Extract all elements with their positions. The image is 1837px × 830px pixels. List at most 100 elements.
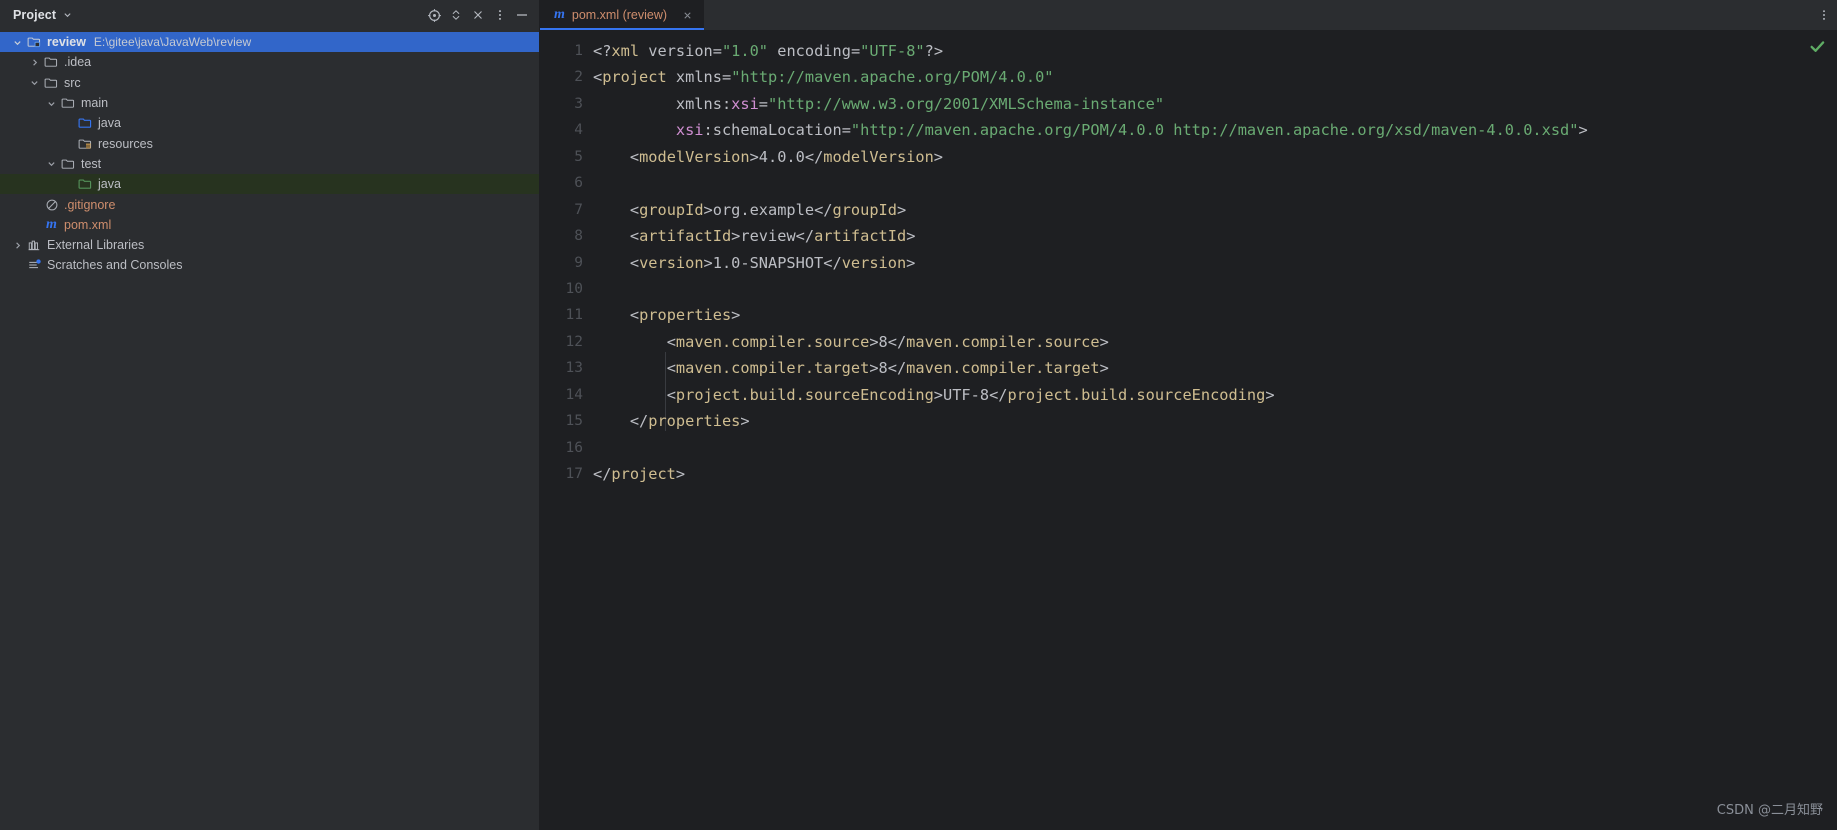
kebab-menu-icon[interactable] <box>1811 0 1837 30</box>
tree-project-path: E:\gitee\java\JavaWeb\review <box>93 35 252 50</box>
editor-tabbar: m pom.xml (review) <box>540 0 1837 30</box>
code-line-14: <project.build.sourceEncoding>UTF-8</pro… <box>666 385 1275 404</box>
line-number: 13 <box>565 360 583 377</box>
tree-label: .gitignore <box>64 197 116 212</box>
close-x-icon[interactable] <box>467 4 489 26</box>
watermark: CSDN @二月知野 <box>1716 803 1823 818</box>
tabbar-spacer <box>704 0 1811 30</box>
line-number: 7 <box>574 201 583 218</box>
tree-row-review[interactable]: review E:\gitee\java\JavaWeb\review <box>0 32 539 53</box>
tree-label: java <box>98 177 121 192</box>
folder-icon <box>43 54 60 70</box>
line-number: 16 <box>565 439 583 456</box>
tree-row-external-libraries[interactable]: External Libraries <box>0 235 539 255</box>
twisty-placeholder <box>27 198 41 212</box>
tree-label: src <box>64 75 81 90</box>
tree-label: pom.xml <box>64 217 112 232</box>
close-x-icon[interactable] <box>679 7 695 23</box>
libraries-icon <box>26 237 43 253</box>
code-line-3: xmlns:xsi="http://www.w3.org/2001/XMLSch… <box>675 94 1165 113</box>
code-line-12: <maven.compiler.source>8</maven.compiler… <box>666 332 1109 351</box>
ide-window: Project review E:\gitee\java\JavaWeb\rev… <box>0 0 1837 830</box>
chevron-right-icon[interactable] <box>10 238 24 252</box>
tree-row-resources[interactable]: resources <box>0 133 539 153</box>
project-tree[interactable]: review E:\gitee\java\JavaWeb\review .ide… <box>0 30 539 830</box>
select-opened-file-icon[interactable] <box>423 4 445 26</box>
project-tool-window: Project review E:\gitee\java\JavaWeb\rev… <box>0 0 540 830</box>
tree-label: main <box>81 96 109 111</box>
tree-row-src[interactable]: src <box>0 73 539 93</box>
line-number: 17 <box>565 466 583 482</box>
code-line-15: </properties> <box>629 412 750 431</box>
resources-root-folder-icon <box>77 136 94 152</box>
tree-row-main-java[interactable]: java <box>0 113 539 133</box>
code-line-9: <version>1.0-SNAPSHOT</version> <box>629 253 916 272</box>
chevron-down-icon[interactable] <box>10 35 24 49</box>
green-checkmark-icon[interactable] <box>1805 34 1829 58</box>
code-line-4: xsi:schemaLocation="http://maven.apache.… <box>675 121 1588 140</box>
tree-label: java <box>98 116 121 131</box>
line-number: 8 <box>574 228 583 245</box>
code-line-17: </project> <box>593 465 686 483</box>
tree-row-pom-xml[interactable]: m pom.xml <box>0 215 539 235</box>
project-tool-window-title: Project <box>13 8 57 22</box>
tree-label: test <box>81 156 102 171</box>
folder-icon <box>60 95 77 111</box>
code-line-1: <?xml version="1.0" encoding="UTF-8"?> <box>593 42 944 60</box>
line-number: 6 <box>574 175 583 192</box>
maven-m-icon: m <box>554 7 565 22</box>
code-line-11: <properties> <box>629 306 741 325</box>
tree-row-idea[interactable]: .idea <box>0 52 539 72</box>
tree-label: External Libraries <box>47 238 145 253</box>
twisty-placeholder <box>10 258 24 272</box>
editor-area: m pom.xml (review) 1 2 3 4 5 6 7 8 9 10 … <box>540 0 1837 830</box>
twisty-placeholder <box>61 177 75 191</box>
editor-body[interactable]: 1 2 3 4 5 6 7 8 9 10 11 12 13 14 15 16 1… <box>540 30 1837 830</box>
project-title-group[interactable]: Project <box>13 6 72 24</box>
line-number: 11 <box>565 307 583 324</box>
chevron-right-icon[interactable] <box>27 55 41 69</box>
line-number: 2 <box>574 69 583 86</box>
chevron-down-icon[interactable] <box>27 76 41 90</box>
line-number: 1 <box>574 43 583 59</box>
line-number: 15 <box>565 413 583 430</box>
line-number: 9 <box>574 254 583 271</box>
chevron-up-down-icon[interactable] <box>445 4 467 26</box>
chevron-down-icon[interactable] <box>44 157 58 171</box>
tree-row-test[interactable]: test <box>0 154 539 174</box>
editor-tab-label: pom.xml (review) <box>571 8 668 22</box>
kebab-menu-icon[interactable] <box>489 4 511 26</box>
tree-label: .idea <box>64 55 92 70</box>
tree-row-main[interactable]: main <box>0 93 539 113</box>
code-line-7: <groupId>org.example</groupId> <box>629 200 907 219</box>
chevron-down-icon[interactable] <box>44 96 58 110</box>
maven-m-icon: m <box>46 216 57 232</box>
line-number: 3 <box>574 95 583 112</box>
line-number: 10 <box>565 280 583 297</box>
tree-label: review <box>47 35 86 50</box>
editor-tab-pom-xml[interactable]: m pom.xml (review) <box>540 0 705 30</box>
folder-icon <box>60 156 77 172</box>
tree-label: Scratches and Consoles <box>47 258 183 273</box>
chevron-down-icon <box>63 6 72 24</box>
code-line-2: <project xmlns="http://maven.apache.org/… <box>593 68 1054 87</box>
code-line-5: <modelVersion>4.0.0</modelVersion> <box>629 147 944 166</box>
editor-gutter[interactable]: 1 2 3 4 5 6 7 8 9 10 11 12 13 14 15 16 1… <box>540 30 592 830</box>
gitignore-icon <box>43 197 60 213</box>
minimize-line-icon[interactable] <box>511 4 533 26</box>
line-number: 14 <box>565 386 583 403</box>
tree-row-test-java[interactable]: java <box>0 174 539 195</box>
project-tool-window-header: Project <box>0 0 539 30</box>
tree-row-gitignore[interactable]: .gitignore <box>0 194 539 214</box>
scratches-icon <box>26 257 43 273</box>
line-number: 4 <box>574 122 583 139</box>
tree-row-scratches-and-consoles[interactable]: Scratches and Consoles <box>0 255 539 275</box>
twisty-placeholder <box>61 116 75 130</box>
twisty-placeholder <box>27 218 41 232</box>
code-editor[interactable]: <?xml version="1.0" encoding="UTF-8"?> <… <box>592 30 1837 830</box>
code-line-13: <maven.compiler.target>8</maven.compiler… <box>666 359 1109 378</box>
line-number: 12 <box>565 333 583 350</box>
